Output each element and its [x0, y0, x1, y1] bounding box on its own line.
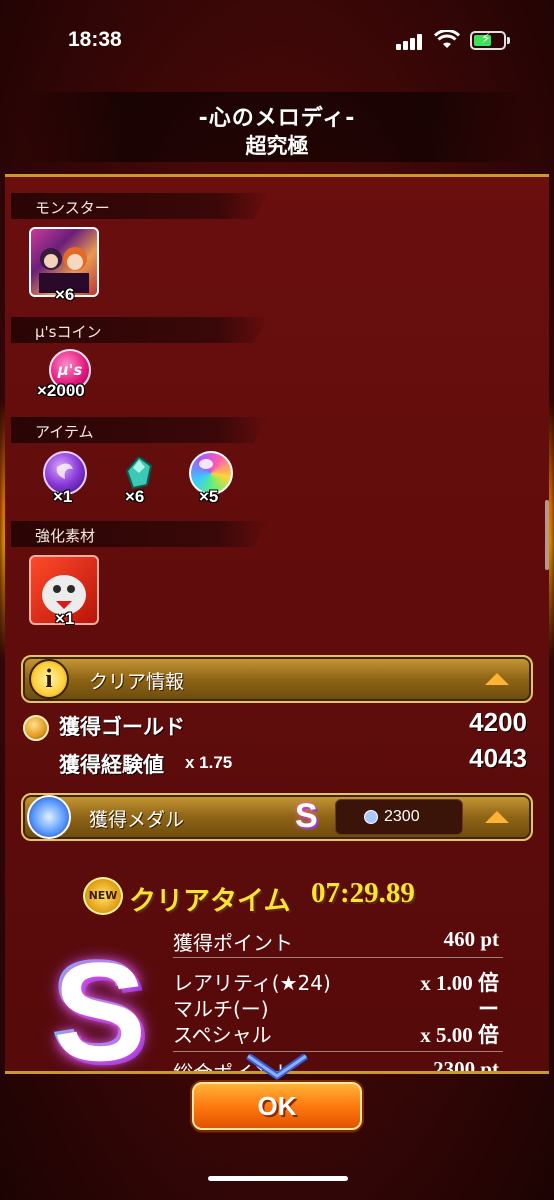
rank-s-large: S — [53, 933, 147, 1074]
material-count: ×1 — [55, 609, 75, 628]
medal-collapse-arrow-icon[interactable] — [485, 811, 509, 823]
clear-info-label: クリア情報 — [89, 671, 185, 693]
stat-value-total: 2300 pt — [433, 1057, 499, 1074]
medal-count: 2300 — [384, 808, 420, 825]
item-count-2: ×6 — [125, 487, 145, 506]
stat-label-points: 獲得ポイント — [173, 931, 293, 955]
medal-bar[interactable]: 獲得メダル S 2300 — [21, 793, 533, 841]
home-indicator[interactable] — [208, 1176, 348, 1181]
coin-count: ×2000 — [37, 381, 85, 400]
stat-label-special: スペシャル — [173, 1023, 272, 1047]
status-bar: 18:38 ⚡ — [0, 0, 554, 80]
signal-icon — [396, 34, 424, 50]
scrollbar[interactable] — [545, 500, 549, 570]
exp-value: 4043 — [469, 743, 527, 773]
monster-count: ×6 — [55, 285, 75, 304]
medal-count-box: 2300 — [335, 799, 463, 835]
clear-info-bar[interactable]: i クリア情報 — [21, 655, 533, 703]
medal-icon — [27, 795, 71, 839]
info-icon: i — [29, 659, 69, 699]
item-count-1: ×1 — [53, 487, 73, 506]
medal-small-icon — [364, 810, 378, 824]
section-monster-header: モンスター — [11, 193, 269, 219]
exp-label: 獲得経験値 — [59, 753, 164, 777]
medal-rank-s: S — [295, 797, 318, 835]
section-item-header: アイテム — [11, 417, 269, 443]
status-time: 18:38 — [68, 28, 122, 51]
collapse-arrow-icon[interactable] — [485, 673, 509, 685]
stage-header: -心のメロディ- 超究極 — [20, 92, 534, 162]
coin-text: µ's — [57, 361, 83, 379]
stat-label-multi: マルチ(ー) — [173, 997, 269, 1021]
scroll-down-icon[interactable] — [244, 1054, 310, 1080]
stat-label-rarity: レアリティ(★24) — [173, 971, 331, 995]
item-crystal-icon[interactable] — [125, 455, 153, 490]
gold-coin-icon — [23, 715, 49, 741]
wifi-icon — [434, 30, 460, 48]
medal-label: 獲得メダル — [89, 809, 185, 831]
clear-time-label: クリアタイム — [129, 886, 291, 917]
stage-title: -心のメロディ- — [198, 106, 356, 131]
gold-value: 4200 — [469, 707, 527, 737]
section-coin-header: µ'sコイン — [11, 317, 269, 343]
stat-value-points: 460 pt — [443, 927, 499, 951]
divider — [173, 1051, 503, 1052]
item-count-3: ×5 — [199, 487, 219, 506]
clear-time-value: 07:29.89 — [311, 877, 415, 909]
new-badge-text: NEW — [88, 889, 118, 902]
exp-multiplier: x 1.75 — [185, 753, 233, 772]
ok-button[interactable]: OK — [192, 1082, 362, 1130]
stage-difficulty: 超究極 — [245, 134, 309, 158]
gold-label: 獲得ゴールド — [59, 715, 185, 739]
result-screen: 18:38 ⚡ -心のメロディ- 超究極 モンスター ×6 µ'sコイン µ's… — [0, 0, 554, 1200]
battery-icon: ⚡ — [470, 31, 510, 50]
new-badge: NEW — [83, 877, 123, 915]
section-material-header: 強化素材 — [11, 521, 269, 547]
stat-value-special: x 5.00 倍 — [420, 1023, 499, 1047]
result-panel[interactable]: モンスター ×6 µ'sコイン µ's ×2000 アイテム ×1 ×6 ×5 … — [5, 174, 549, 1074]
divider — [173, 957, 503, 958]
